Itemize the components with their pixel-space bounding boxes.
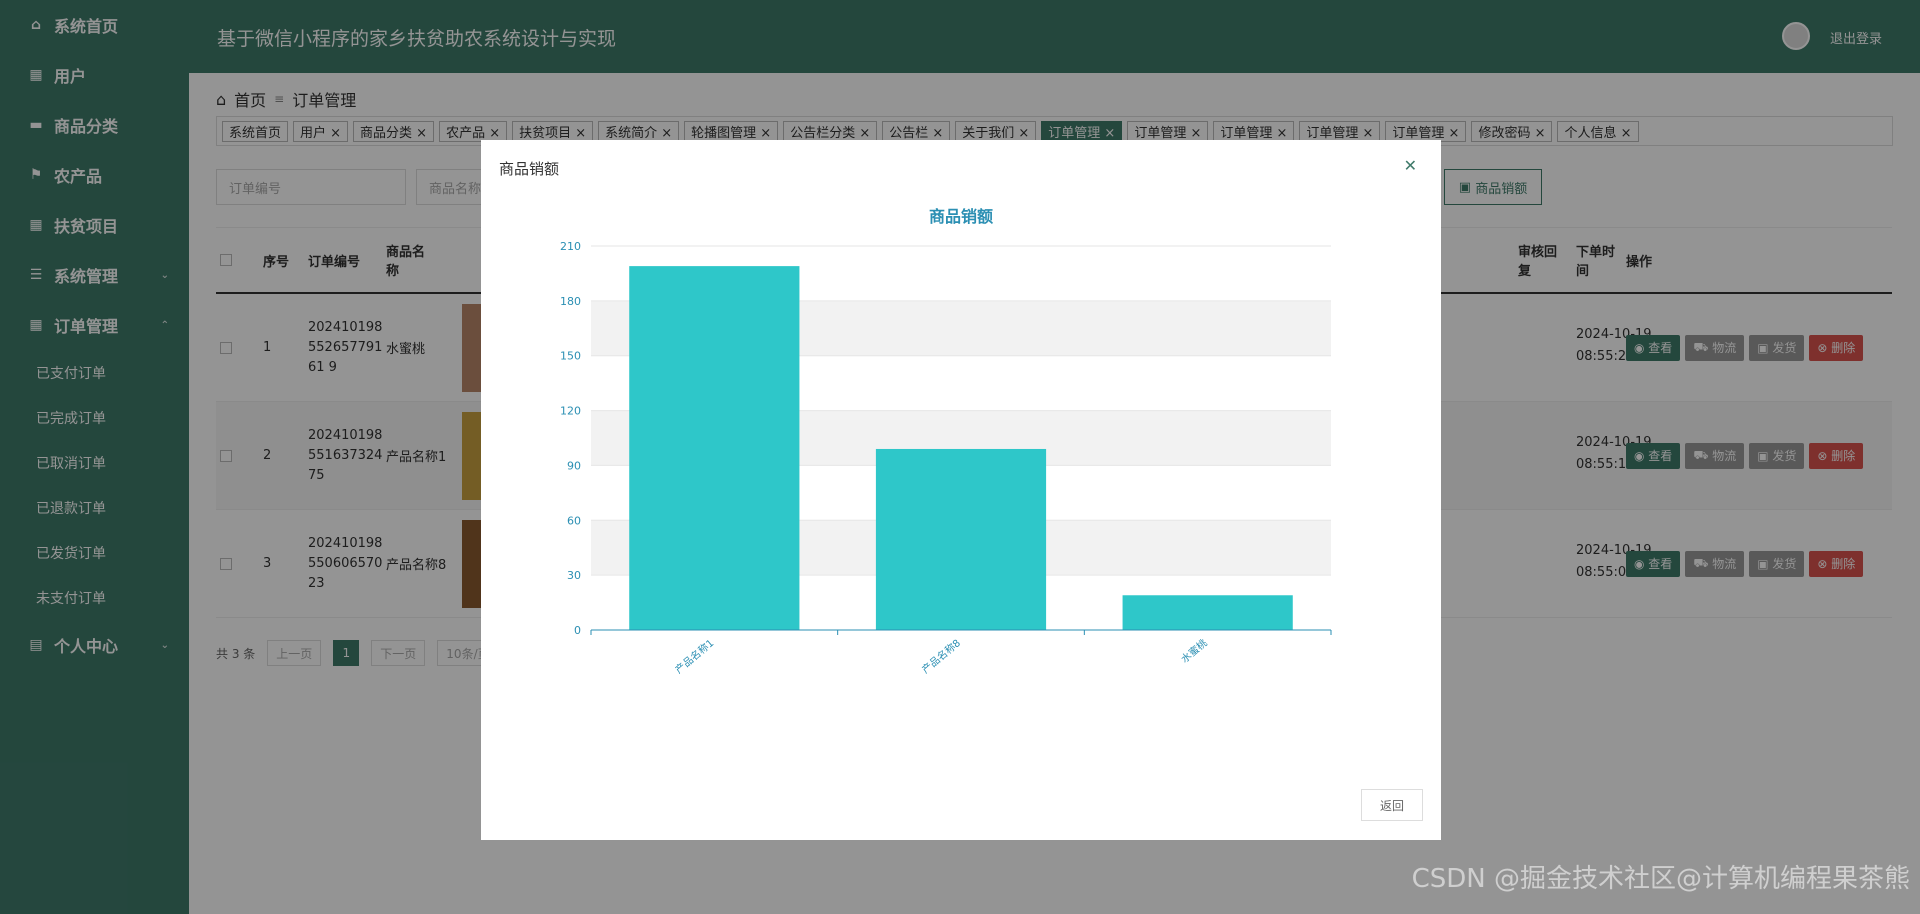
watermark: CSDN @掘金技术社区@计算机编程果茶熊 [1411, 864, 1910, 894]
sales-bar-chart: 商品销额 0 30 60 90 120 150 180 210 产品名称1 产品名称8 水蜜桃 [560, 207, 1332, 676]
y-tick-label: 210 [560, 240, 581, 253]
x-tick-label: 产品名称1 [672, 636, 716, 676]
y-tick-label: 30 [567, 569, 581, 582]
sales-chart-modal: 商品销额 ✕ 商品销额 0 30 60 90 120 150 180 210 产品名称1 产品名称8… [481, 140, 1441, 840]
bar [875, 448, 1047, 630]
close-icon[interactable]: ✕ [1404, 156, 1417, 175]
y-tick-label: 90 [567, 459, 581, 472]
chart-title: 商品销额 [929, 207, 993, 226]
y-tick-label: 60 [567, 514, 581, 527]
back-button[interactable]: 返回 [1361, 789, 1423, 821]
modal-title: 商品销额 [499, 160, 560, 178]
bar [629, 266, 800, 630]
x-tick-label: 产品名称8 [919, 636, 963, 676]
y-tick-label: 180 [560, 295, 581, 308]
x-tick-label: 水蜜桃 [1178, 636, 1209, 665]
y-tick-label: 150 [560, 350, 581, 363]
y-tick-label: 120 [560, 405, 581, 418]
y-tick-label: 0 [574, 624, 581, 637]
bar [1122, 595, 1293, 630]
